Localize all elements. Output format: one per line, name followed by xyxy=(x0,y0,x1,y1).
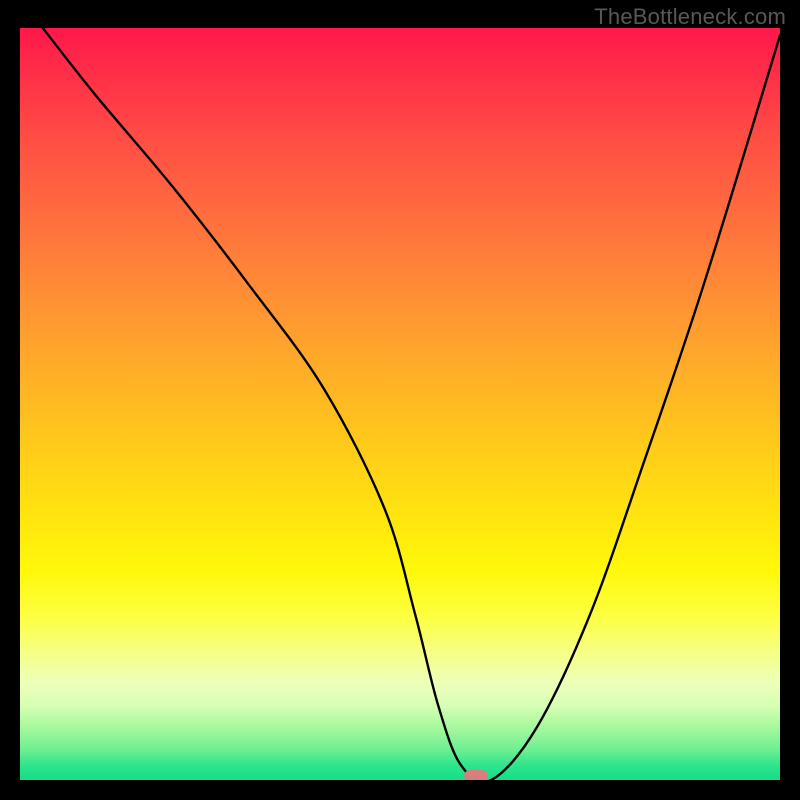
bottleneck-curve xyxy=(20,28,780,780)
optimum-marker xyxy=(464,770,488,780)
plot-area xyxy=(20,28,780,780)
watermark-text: TheBottleneck.com xyxy=(594,4,786,30)
chart-frame: TheBottleneck.com xyxy=(0,0,800,800)
